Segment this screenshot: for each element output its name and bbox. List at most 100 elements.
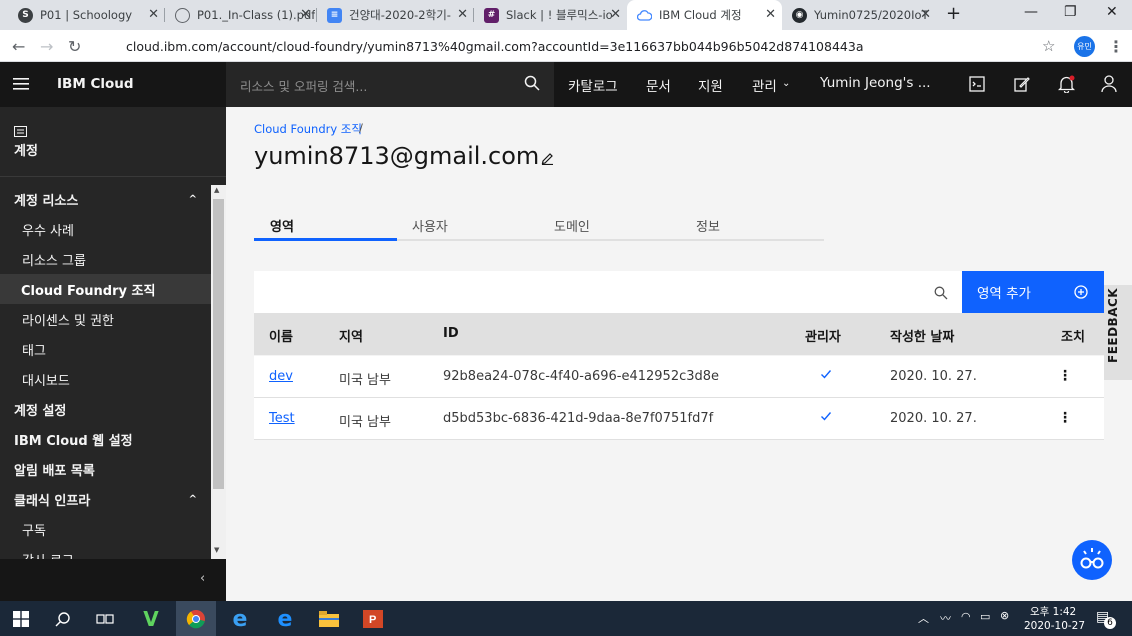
tab-info[interactable]: 정보 <box>696 216 720 235</box>
browser-tab[interactable]: ≡ 건양대-2020-2학기- ✕ <box>317 0 474 30</box>
browser-tab[interactable]: # Slack | ! 블루믹스-io ✕ <box>474 0 627 30</box>
bookmark-star-icon[interactable]: ☆ <box>1042 37 1055 55</box>
close-tab-icon[interactable]: ✕ <box>920 7 931 22</box>
tray-expand-icon[interactable]: ︿ <box>918 610 929 626</box>
browser-tab-active[interactable]: IBM Cloud 계정 ✕ <box>627 0 782 30</box>
close-tab-icon[interactable]: ✕ <box>457 7 468 22</box>
restore-icon[interactable]: ❐ <box>1064 4 1077 20</box>
taskbar-search-icon[interactable] <box>50 607 76 631</box>
vim-app-icon[interactable]: V <box>138 607 164 631</box>
wifi-icon[interactable]: ◠ <box>961 610 971 623</box>
sidebar-item-classic-infrastructure[interactable]: 클래식 인프라 ^ <box>0 484 211 514</box>
close-window-icon[interactable]: ✕ <box>1106 4 1118 20</box>
edge-app-icon[interactable]: e <box>272 607 298 632</box>
ie-app-icon[interactable]: e <box>227 607 253 632</box>
file-explorer-icon[interactable] <box>316 607 342 631</box>
space-name-link[interactable]: Test <box>269 411 295 426</box>
add-space-button[interactable]: 영역 추가 <box>962 271 1104 313</box>
schoology-icon: S <box>18 7 33 23</box>
close-tab-icon[interactable]: ✕ <box>765 7 776 22</box>
github-icon: ◉ <box>792 7 807 23</box>
sidebar-item-audit-log-clipped[interactable]: 감사 로그 <box>0 544 211 560</box>
edit-icon[interactable] <box>1014 76 1030 96</box>
nav-manage[interactable]: 관리 <box>752 75 777 95</box>
brand-logo[interactable]: IBM Cloud <box>57 76 134 92</box>
sidebar-item-resource-groups[interactable]: 리소스 그룹 <box>0 244 211 274</box>
space-id: 92b8ea24-078c-4f40-a696-e412952c3d8e <box>443 369 720 384</box>
powerpoint-app-icon[interactable]: P <box>360 607 386 631</box>
close-tab-icon[interactable]: ✕ <box>148 7 159 22</box>
space-created-date: 2020. 10. 27. <box>890 411 977 426</box>
browser-tab[interactable]: P01._In-Class (1).pdf ✕ <box>165 0 317 30</box>
column-header-name[interactable]: 이름 <box>269 326 293 345</box>
tray-pen-icon[interactable]: 〰 <box>940 610 951 626</box>
hamburger-menu-icon[interactable] <box>13 76 29 90</box>
chatbot-button[interactable] <box>1072 540 1112 580</box>
nav-catalog[interactable]: 카탈로그 <box>568 75 618 95</box>
scroll-up-arrow-icon[interactable]: ▲ <box>214 186 219 194</box>
browser-tab[interactable]: S P01 | Schoology ✕ <box>8 0 165 30</box>
battery-icon[interactable]: ▭ <box>980 610 990 623</box>
cost-estimator-icon[interactable] <box>969 76 985 96</box>
table-search-icon[interactable] <box>934 285 948 304</box>
sidebar-heading-account[interactable]: 계정 <box>14 140 38 159</box>
scroll-down-arrow-icon[interactable]: ▼ <box>214 546 219 554</box>
docs-icon: ≡ <box>327 7 342 23</box>
column-header-manager[interactable]: 관리자 <box>805 326 841 345</box>
sidebar-item-best-practices[interactable]: 우수 사례 <box>0 214 211 244</box>
overflow-menu-icon[interactable]: ⋮ <box>1058 368 1072 384</box>
clock-date[interactable]: 2020-10-27 <box>1024 620 1085 632</box>
nav-support[interactable]: 지원 <box>698 75 723 95</box>
chatbot-glasses-icon <box>1080 548 1104 569</box>
chrome-app-icon[interactable] <box>176 601 216 636</box>
browser-tab[interactable]: ◉ Yumin0725/2020IoT ✕ <box>782 0 937 30</box>
user-profile-icon[interactable] <box>1101 75 1117 97</box>
volume-muted-icon[interactable]: ⊗ <box>1000 609 1009 622</box>
profile-avatar[interactable]: 유민 <box>1074 36 1095 57</box>
tab-users[interactable]: 사용자 <box>412 216 448 235</box>
chrome-menu-icon[interactable]: ⋮ <box>1108 37 1124 56</box>
notification-count-badge: 6 <box>1104 617 1116 629</box>
task-view-icon[interactable] <box>92 607 118 631</box>
account-switcher[interactable]: Yumin Jeong's ... <box>820 75 931 91</box>
sidebar-item-licenses[interactable]: 라이센스 및 권한 <box>0 304 211 334</box>
chevron-up-icon: ^ <box>188 193 197 205</box>
back-icon[interactable]: ← <box>12 37 25 56</box>
close-tab-icon[interactable]: ✕ <box>610 7 621 22</box>
sidebar-footer: ‹ <box>0 559 226 601</box>
breadcrumb-separator: / <box>359 121 363 135</box>
url-field[interactable]: cloud.ibm.com/account/cloud-foundry/yumi… <box>96 34 1066 58</box>
nav-docs[interactable]: 문서 <box>646 75 671 95</box>
clock-time[interactable]: 오후 1:42 <box>1030 604 1076 619</box>
windows-start-icon[interactable] <box>8 607 34 631</box>
ibm-header: IBM Cloud 리소스 및 오퍼링 검색... 카탈로그 문서 지원 관리 … <box>0 62 1132 107</box>
sidebar-scrollbar-thumb[interactable] <box>213 199 224 489</box>
sidebar-item-dashboards[interactable]: 대시보드 <box>0 364 211 394</box>
search-icon[interactable] <box>524 75 540 95</box>
breadcrumb-link[interactable]: Cloud Foundry 조직 <box>254 121 362 137</box>
column-header-created-date[interactable]: 작성한 날짜 <box>890 326 954 345</box>
feedback-button[interactable]: FEEDBACK <box>1104 285 1132 380</box>
search-input[interactable]: 리소스 및 오퍼링 검색... <box>226 62 554 107</box>
close-tab-icon[interactable]: ✕ <box>300 7 311 22</box>
column-header-id[interactable]: ID <box>443 326 459 341</box>
sidebar-item-cloud-foundry-orgs[interactable]: Cloud Foundry 조직 <box>0 274 211 304</box>
overflow-menu-icon[interactable]: ⋮ <box>1058 410 1072 426</box>
sidebar-item-web-settings[interactable]: IBM Cloud 웹 설정 <box>0 424 211 454</box>
new-tab-button[interactable]: + <box>946 3 961 24</box>
reload-icon[interactable]: ↻ <box>68 37 81 56</box>
sidebar-item-subscriptions[interactable]: 구독 <box>0 514 211 544</box>
sidebar-item-account-settings[interactable]: 계정 설정 <box>0 394 211 424</box>
notification-bell-icon[interactable] <box>1057 75 1076 97</box>
sidebar-item-account-resources[interactable]: 계정 리소스 ^ <box>0 184 211 214</box>
column-header-region[interactable]: 지역 <box>339 326 363 345</box>
minimize-icon[interactable]: — <box>1024 4 1038 20</box>
space-name-link[interactable]: dev <box>269 369 293 384</box>
sidebar-item-notification-lists[interactable]: 알림 배포 목록 <box>0 454 211 484</box>
edit-pencil-icon[interactable] <box>541 150 554 169</box>
sidebar-item-tags[interactable]: 태그 <box>0 334 211 364</box>
forward-icon[interactable]: → <box>40 37 53 56</box>
collapse-sidebar-icon[interactable]: ‹ <box>200 571 205 586</box>
tab-domains[interactable]: 도메인 <box>554 216 590 235</box>
tab-spaces[interactable]: 영역 <box>270 216 294 235</box>
